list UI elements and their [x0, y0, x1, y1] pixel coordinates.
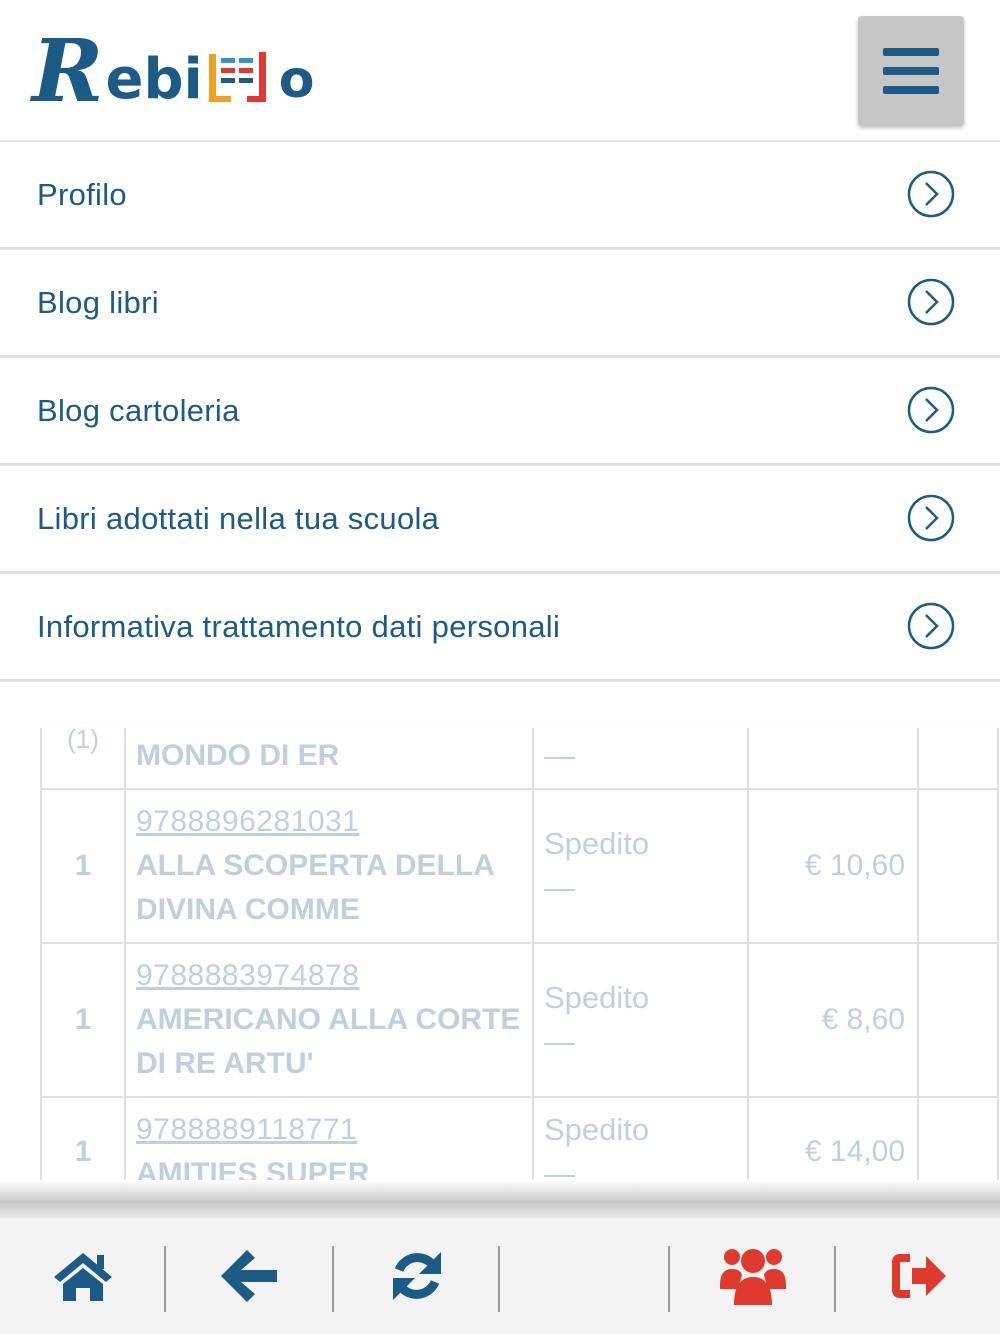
hamburger-menu-button[interactable]: [858, 16, 964, 126]
menu-item-label: Informativa trattamento dati personali: [37, 609, 561, 644]
qty-cell: 1: [40, 788, 126, 944]
menu-item-label: Libri adottati nella tua scuola: [37, 501, 440, 536]
refresh-icon: [393, 1252, 441, 1300]
menu-item-label: Profilo: [37, 177, 127, 212]
status-cell: Spedito —: [532, 1096, 749, 1182]
status-cell: Spedito —: [532, 942, 749, 1098]
table-row: 1 9788883974878 AMERICANO ALLA CORTE DI …: [40, 942, 999, 1098]
chevron-right-circle-icon: [907, 494, 955, 542]
orders-table-area: (1) MONDO DI ER — 1 9788896281031 ALLA S…: [0, 682, 1000, 1182]
orders-table: (1) MONDO DI ER — 1 9788896281031 ALLA S…: [40, 722, 999, 1182]
logout-button[interactable]: [836, 1218, 1000, 1334]
qty-cell: 1: [40, 1096, 126, 1182]
menu-item-label: Blog cartoleria: [37, 393, 240, 428]
menu-item-blog-cartoleria[interactable]: Blog cartoleria: [0, 358, 1000, 466]
chevron-right-circle-icon: [907, 278, 955, 326]
table-row: (1) MONDO DI ER —: [40, 722, 999, 790]
home-button[interactable]: [0, 1218, 166, 1334]
price-cell: € 14,00: [747, 1096, 919, 1182]
chevron-right-circle-icon: [907, 602, 955, 650]
qty-cell: 1: [40, 942, 126, 1098]
home-icon: [54, 1253, 112, 1301]
extra-cell: [917, 788, 999, 944]
extra-cell: [917, 942, 999, 1098]
hamburger-icon: [883, 48, 939, 94]
table-row: 1 9788896281031 ALLA SCOPERTA DELLA DIVI…: [40, 788, 999, 944]
menu-item-informativa-privacy[interactable]: Informativa trattamento dati personali: [0, 574, 1000, 682]
status-cell: —: [532, 722, 749, 790]
isbn-link[interactable]: 9788896281031: [136, 800, 532, 844]
dropdown-menu: Profilo Blog libri Blog cartoleria Libri…: [0, 142, 1000, 682]
empty-nav-slot: [500, 1218, 666, 1334]
isbn-link[interactable]: 9788889118771: [136, 1108, 532, 1152]
logout-icon: [892, 1254, 946, 1298]
menu-item-profilo[interactable]: Profilo: [0, 142, 1000, 250]
chevron-right-circle-icon: [907, 170, 955, 218]
title-cell: MONDO DI ER: [124, 722, 534, 790]
rebiuso-logo[interactable]: Rebi o: [32, 28, 314, 115]
bottom-bar-shadow: [0, 1180, 1000, 1220]
price-cell: € 8,60: [747, 942, 919, 1098]
menu-item-libri-adottati[interactable]: Libri adottati nella tua scuola: [0, 466, 1000, 574]
app-header: Rebi o: [0, 0, 1000, 142]
qty-cell: (1): [40, 722, 126, 790]
bottom-nav-bar: [0, 1218, 1000, 1334]
group-button[interactable]: [670, 1218, 836, 1334]
title-cell: 9788883974878 AMERICANO ALLA CORTE DI RE…: [124, 942, 534, 1098]
price-cell: € 10,60: [747, 788, 919, 944]
table-row: 1 9788889118771 AMITIES SUPER Spedito — …: [40, 1096, 999, 1182]
books-logo-icon: [208, 52, 266, 102]
title-cell: 9788889118771 AMITIES SUPER: [124, 1096, 534, 1182]
price-cell: [747, 722, 919, 790]
group-icon: [720, 1249, 786, 1305]
refresh-button[interactable]: [334, 1218, 500, 1334]
back-button[interactable]: [166, 1218, 332, 1334]
menu-item-blog-libri[interactable]: Blog libri: [0, 250, 1000, 358]
status-cell: Spedito —: [532, 788, 749, 944]
extra-cell: [917, 722, 999, 790]
back-arrow-icon: [221, 1250, 277, 1302]
title-cell: 9788896281031 ALLA SCOPERTA DELLA DIVINA…: [124, 788, 534, 944]
overlay-fade: [0, 682, 1000, 728]
menu-item-label: Blog libri: [37, 285, 159, 320]
extra-cell: [917, 1096, 999, 1182]
chevron-right-circle-icon: [907, 386, 955, 434]
isbn-link[interactable]: 9788883974878: [136, 954, 532, 998]
